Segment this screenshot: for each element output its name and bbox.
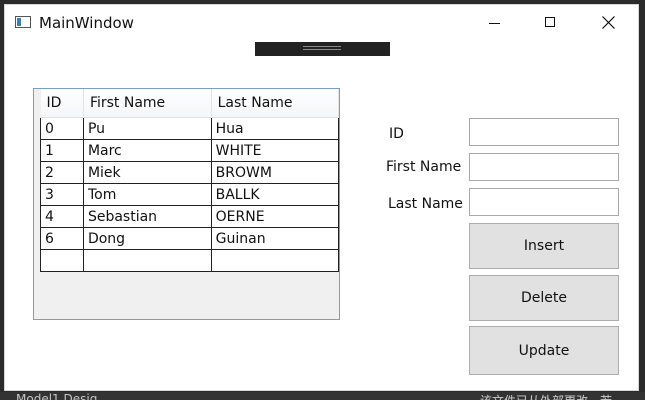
id-label: ID: [389, 126, 404, 142]
data-grid-table: ID First Name Last Name 0 Pu Hua 1 Marc WHITE…: [40, 89, 340, 272]
table-row[interactable]: 3 Tom BALLK: [40, 183, 340, 206]
id-input[interactable]: [469, 118, 619, 146]
cell-first-name[interactable]: Tom: [82, 183, 212, 206]
cell-first-name[interactable]: Dong: [82, 227, 212, 250]
cell-last-name[interactable]: WHITE: [210, 139, 340, 162]
background-text-right: 该文件已从外部更改。若: [480, 392, 612, 400]
data-grid[interactable]: ID First Name Last Name 0 Pu Hua 1 Marc WHITE…: [33, 88, 340, 320]
cell-last-name[interactable]: Guinan: [210, 227, 340, 250]
cell-id[interactable]: 1: [40, 139, 84, 162]
drag-grip-icon[interactable]: [303, 46, 341, 47]
insert-button[interactable]: Insert: [469, 223, 619, 269]
column-header-first-name[interactable]: First Name: [83, 89, 212, 118]
maximize-button[interactable]: [528, 5, 574, 39]
table-row[interactable]: 1 Marc WHITE: [40, 139, 340, 162]
table-row[interactable]: 4 Sebastian OERNE: [40, 205, 340, 228]
main-window: MainWindow ID First Name Last Name 0 Pu …: [4, 4, 639, 391]
cell-last-name[interactable]: [210, 249, 340, 272]
cell-id[interactable]: [40, 249, 84, 272]
cell-id[interactable]: 0: [40, 117, 84, 140]
title-bar[interactable]: MainWindow: [5, 5, 638, 39]
column-header-last-name[interactable]: Last Name: [211, 89, 340, 118]
close-button[interactable]: [586, 5, 632, 39]
minimize-icon: [489, 23, 500, 24]
header-row: ID First Name Last Name: [40, 89, 340, 118]
cell-last-name[interactable]: Hua: [210, 117, 340, 140]
table-row[interactable]: [40, 249, 340, 272]
window-app-icon: [15, 16, 31, 28]
close-icon: [602, 16, 615, 29]
minimize-button[interactable]: [472, 5, 518, 39]
cell-first-name[interactable]: Sebastian: [82, 205, 212, 228]
cell-first-name[interactable]: [82, 249, 212, 272]
cell-last-name[interactable]: OERNE: [210, 205, 340, 228]
column-header-id[interactable]: ID: [40, 89, 84, 118]
last-name-label: Last Name: [388, 196, 463, 212]
table-row[interactable]: 2 Miek BROWM: [40, 161, 340, 184]
table-row[interactable]: 6 Dong Guinan: [40, 227, 340, 250]
grid-body: 0 Pu Hua 1 Marc WHITE 2 Miek BROWM 3 Tom BALLK 4 Seba…: [40, 117, 340, 272]
cell-last-name[interactable]: BALLK: [210, 183, 340, 206]
cell-id[interactable]: 4: [40, 205, 84, 228]
cell-first-name[interactable]: Miek: [82, 161, 212, 184]
maximize-icon: [545, 17, 555, 27]
cell-last-name[interactable]: BROWM: [210, 161, 340, 184]
debug-toolbar[interactable]: [255, 42, 390, 56]
cell-id[interactable]: 2: [40, 161, 84, 184]
window-title: MainWindow: [39, 14, 134, 32]
cell-first-name[interactable]: Pu: [82, 117, 212, 140]
first-name-input[interactable]: [469, 153, 619, 181]
background-text-left: Model1.Desig: [16, 392, 98, 400]
cell-id[interactable]: 3: [40, 183, 84, 206]
update-button[interactable]: Update: [469, 326, 619, 375]
table-row[interactable]: 0 Pu Hua: [40, 117, 340, 140]
background-editor-strip: Model1.Desig 该文件已从外部更改。若: [0, 392, 645, 400]
cell-first-name[interactable]: Marc: [82, 139, 212, 162]
delete-button[interactable]: Delete: [469, 275, 619, 321]
last-name-input[interactable]: [469, 188, 619, 216]
first-name-label: First Name: [386, 159, 462, 175]
cell-id[interactable]: 6: [40, 227, 84, 250]
